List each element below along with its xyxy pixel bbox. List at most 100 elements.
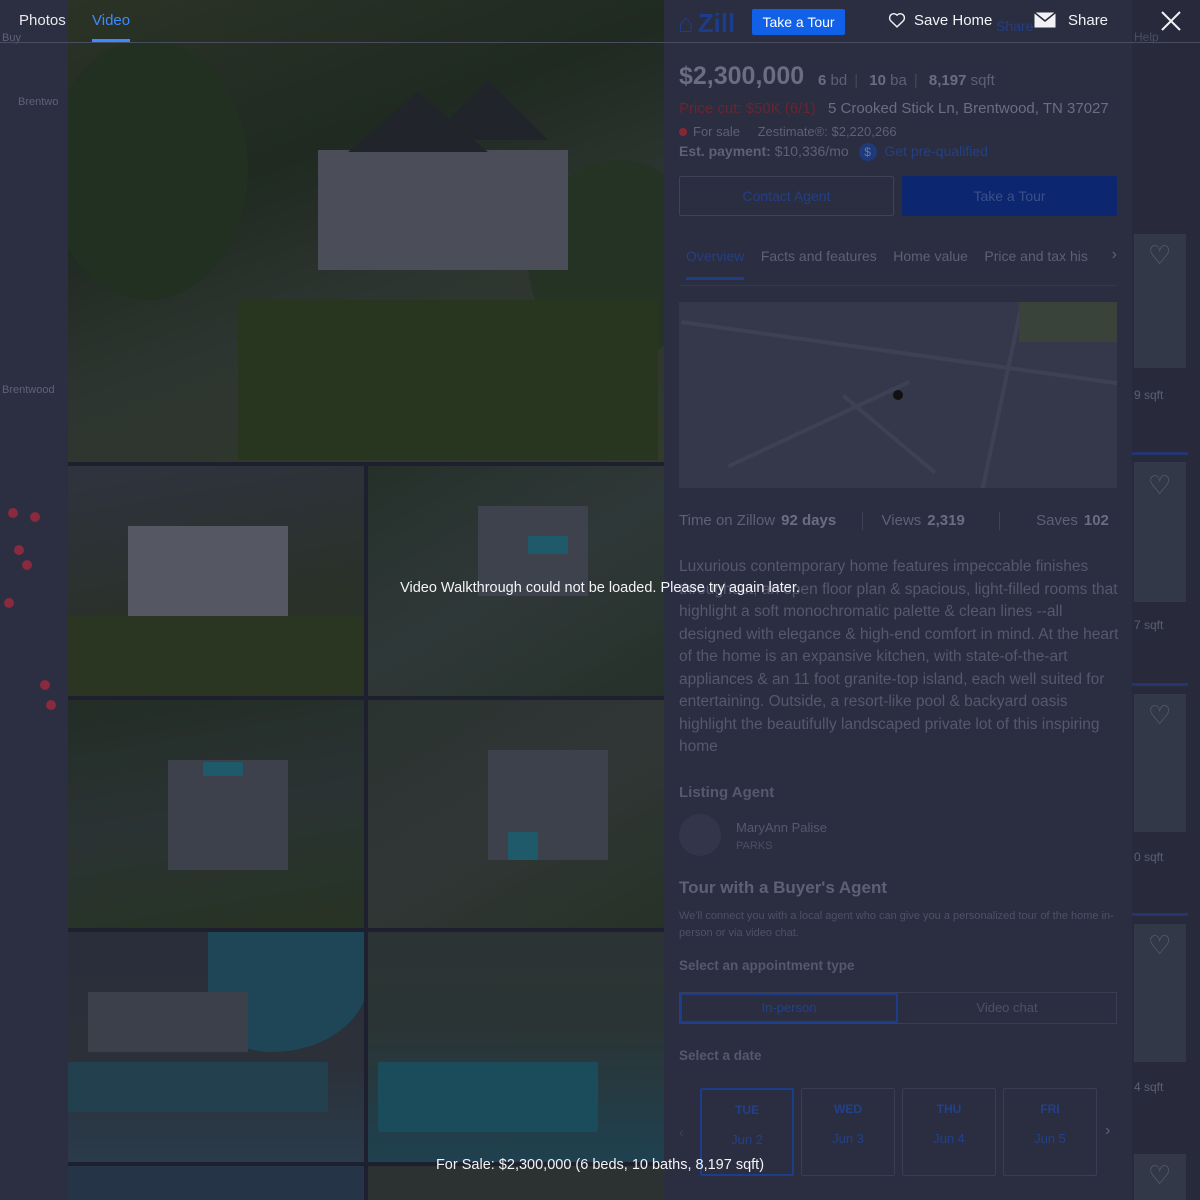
tour-heading: Tour with a Buyer's Agent <box>679 878 888 897</box>
result-card-divider <box>1132 913 1188 916</box>
stat-label: Views <box>881 512 922 529</box>
photo-gallery <box>68 0 664 1200</box>
map-marker <box>8 508 18 518</box>
photo-house <box>168 760 288 870</box>
photo-roof <box>428 80 548 140</box>
date-dow: FRI <box>1040 1102 1060 1116</box>
share-label: Share <box>1068 12 1109 29</box>
agent-name[interactable]: MaryAnn Palise <box>736 820 827 835</box>
stat-value: 2,319 <box>927 512 965 529</box>
status-dot-icon <box>679 128 687 136</box>
tab-video[interactable]: Video <box>92 12 130 29</box>
photo-house <box>488 750 608 860</box>
result-card-divider <box>1132 683 1188 686</box>
map-pin-icon <box>893 390 903 400</box>
est-payment-value: $10,336/mo <box>774 143 849 159</box>
share-button[interactable]: Share <box>1034 11 1109 29</box>
video-error-message: Video Walkthrough could not be loaded. P… <box>400 580 800 596</box>
chevron-right-icon[interactable]: › <box>1105 1122 1110 1140</box>
photo-pool <box>508 832 538 860</box>
prequalify-link[interactable]: Get pre-qualified <box>884 143 988 159</box>
gallery-photo[interactable] <box>68 932 364 1162</box>
listing-price: $2,300,000 <box>679 62 805 90</box>
map-marker <box>14 545 24 555</box>
status-text: For sale <box>693 124 740 139</box>
listing-facts: 6 bd | 10 ba | 8,197 sqft <box>818 72 995 89</box>
photo-pool <box>378 1062 598 1132</box>
active-tab-indicator <box>92 39 130 42</box>
heart-outline-icon: ♡ <box>1148 700 1172 730</box>
est-payment-label: Est. payment: <box>679 143 771 159</box>
stat-views: Views 2,319 <box>882 512 965 529</box>
avatar <box>679 814 721 856</box>
tab-home-value[interactable]: Home value <box>893 240 968 264</box>
appointment-in-person-option[interactable]: In-person <box>680 993 898 1023</box>
appointment-video-chat-option[interactable]: Video chat <box>898 993 1116 1023</box>
stat-divider <box>999 512 1000 531</box>
date-day: Jun 2 <box>731 1132 763 1147</box>
zestimate-value: $2,220,266 <box>831 124 897 139</box>
tab-overview[interactable]: Overview <box>686 240 745 280</box>
stat-divider <box>862 512 864 531</box>
lightbox-stage: Buy Brentwo Brentwood Help ♡ 9 sqft ♡ 7 … <box>0 0 1200 1200</box>
sqft-value: 8,197 <box>928 72 967 89</box>
contact-agent-button[interactable]: Contact Agent <box>679 176 894 216</box>
photo-house <box>318 150 568 270</box>
gallery-photo[interactable] <box>368 932 664 1162</box>
date-day: Jun 3 <box>832 1131 864 1146</box>
photo-lawn <box>238 300 658 460</box>
map-road <box>841 393 937 475</box>
close-x-icon[interactable] <box>1160 10 1182 32</box>
gallery-photo[interactable] <box>68 0 664 462</box>
heart-outline-icon: ♡ <box>1148 930 1172 960</box>
date-dow: TUE <box>735 1103 759 1117</box>
listing-map[interactable] <box>679 302 1117 488</box>
panel-take-tour-button[interactable]: Take a Tour <box>902 176 1117 216</box>
take-a-tour-button[interactable]: Take a Tour <box>752 9 845 35</box>
listing-stats: Time on Zillow 92 days Views 2,319 Saves 10… <box>679 512 1117 531</box>
tab-photos[interactable]: Photos <box>19 12 66 29</box>
photo-house <box>128 526 288 616</box>
map-park <box>1019 302 1117 342</box>
photo-tree <box>68 40 248 300</box>
date-dow: THU <box>936 1102 962 1116</box>
sqft-unit: sqft <box>970 72 995 89</box>
map-marker <box>30 512 40 522</box>
select-date-heading: Select a date <box>679 1048 762 1063</box>
date-dow: WED <box>834 1102 862 1116</box>
photo-house <box>88 992 248 1052</box>
dollar-badge-icon: $ <box>858 143 877 161</box>
zestimate-label: Zestimate®: <box>757 124 828 139</box>
chevron-left-icon[interactable]: ‹ <box>679 1124 684 1140</box>
photo-pool <box>203 762 243 776</box>
map-road <box>978 303 1024 488</box>
background-map-label: Brentwood <box>2 384 55 396</box>
map-marker <box>40 680 50 690</box>
stat-saves: Saves 102 <box>1036 512 1109 529</box>
chevron-right-icon[interactable]: › <box>1112 246 1117 264</box>
stat-label: Saves <box>1036 512 1078 529</box>
gallery-photo[interactable] <box>68 700 364 928</box>
stat-value: 92 days <box>781 512 837 529</box>
map-marker <box>4 598 14 608</box>
heart-outline-icon <box>888 12 906 28</box>
listing-status: For sale Zestimate®: $2,220,266 <box>679 124 897 139</box>
tab-price-tax-history[interactable]: Price and tax his <box>984 240 1088 264</box>
date-day: Jun 4 <box>933 1131 965 1146</box>
listing-tabs: Overview Facts and features Home value P… <box>679 240 1117 286</box>
appointment-type-toggle: In-person Video chat <box>679 992 1117 1024</box>
agent-firm: PARKS <box>736 840 773 852</box>
result-card-sqft: 7 sqft <box>1134 618 1164 632</box>
background-map-strip: Buy Brentwo Brentwood <box>0 0 68 1200</box>
stat-label: Time on Zillow <box>679 512 776 529</box>
save-home-button[interactable]: Save Home <box>888 12 992 29</box>
tab-facts-features[interactable]: Facts and features <box>761 240 877 264</box>
map-road <box>727 379 911 469</box>
estimated-payment: Est. payment: $10,336/mo $ Get pre-quali… <box>679 143 988 161</box>
gallery-photo[interactable] <box>368 700 664 928</box>
result-card-divider <box>1132 452 1188 455</box>
photo-pool <box>528 536 568 554</box>
appointment-type-heading: Select an appointment type <box>679 958 855 973</box>
stat-time-on-zillow: Time on Zillow 92 days <box>679 512 836 529</box>
save-home-label: Save Home <box>914 12 993 29</box>
